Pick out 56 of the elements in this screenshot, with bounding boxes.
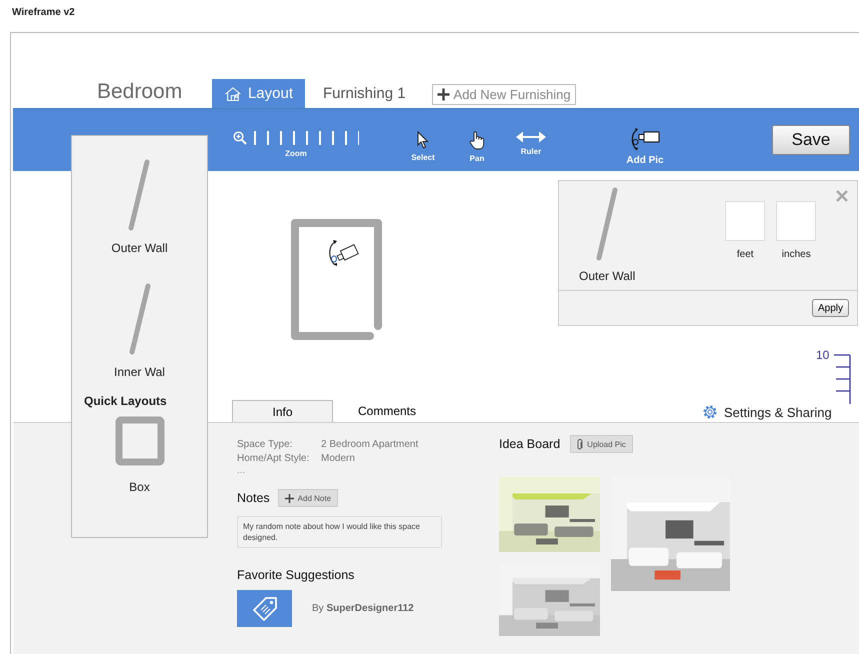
note-text: My random note about how I would like this space designed. [237,516,442,548]
wall-tool[interactable]: Inner Wal [114,283,165,379]
add-furnishing-button[interactable]: Add New Furnishing [432,84,576,105]
suggestions-heading: Favorite Suggestions [237,568,356,582]
apply-button[interactable]: Apply [812,299,849,317]
suggestion-author: By SuperDesigner112 [312,603,414,614]
settings-icon [702,404,718,420]
more-text: ... [237,466,246,476]
add-pic-button[interactable]: Add Pic [618,126,672,166]
wall-icon [128,283,150,355]
room-name: Bedroom [97,80,184,104]
settings-link[interactable]: Settings & Sharing [702,402,832,422]
ruler-label: 10 [816,348,830,362]
wall-icon [128,159,150,231]
page-tab[interactable]: Layout [212,79,305,108]
dimension-input[interactable] [776,201,816,241]
app-title: Wireframe v2 [11,6,76,20]
layout-tool[interactable]: Box [114,416,164,494]
upload-pic-button[interactable]: Upload Pic [570,435,633,453]
info-tab[interactable]: Comments [333,400,441,422]
tool-button[interactable]: Ruler [512,131,550,163]
wall-tool[interactable]: Outer Wall [111,159,168,255]
ruler-scale [833,354,851,404]
tool-button[interactable]: Pan [458,131,496,163]
field-label: feet [736,249,754,260]
cursor-icon [417,131,429,149]
wall-icon [596,187,618,261]
quick-layouts-heading: Quick Layouts [84,394,167,408]
tool-button[interactable]: Select [404,131,442,163]
plus-icon [436,88,450,101]
tag-icon [252,596,278,622]
camera-icon [629,126,661,152]
house-icon [224,84,242,102]
hand-icon [469,131,485,150]
idea-board-heading: Idea Board [499,437,560,451]
notes-heading: Notes [237,491,270,505]
wall-name: Outer Wall [579,269,636,283]
dimension-input[interactable] [725,201,766,241]
detail-label: Space Type: [237,438,294,452]
detail-label: Home/Apt Style: [237,452,310,466]
settings-label[interactable]: Settings & Sharing [724,404,832,420]
detail-value: 2 Bedroom Apartment [321,438,420,452]
square-icon [114,416,164,466]
plus-icon [284,494,294,502]
zoom-label: Zoom [285,149,307,158]
tag-tile[interactable] [237,590,292,627]
close-icon[interactable] [836,190,848,202]
page-tab[interactable]: Furnishing 1 [311,79,418,108]
double-arrow-icon [516,131,546,143]
save-button[interactable]: Save [772,125,850,155]
zoom-icon [233,131,247,145]
add-note-button[interactable]: Add Note [278,489,338,507]
info-tab[interactable]: Info [232,400,333,422]
detail-value: Modern [321,452,356,466]
paperclip-icon [577,438,584,450]
field-label: inches [782,249,811,260]
